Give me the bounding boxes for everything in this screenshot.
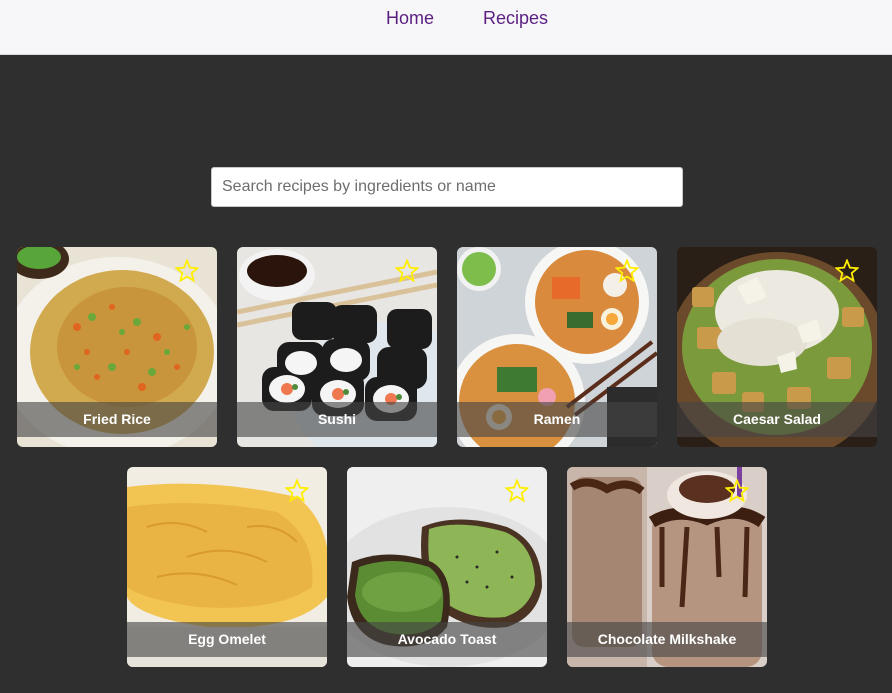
recipe-title: Avocado Toast bbox=[397, 631, 497, 647]
favorite-star-icon[interactable] bbox=[505, 479, 529, 503]
recipe-title: Sushi bbox=[317, 411, 357, 427]
favorite-star-icon[interactable] bbox=[395, 259, 419, 283]
recipe-card-avocado-toast[interactable]: Avocado Toast bbox=[347, 467, 547, 667]
recipe-title: Fried Rice bbox=[83, 411, 151, 427]
recipe-card-chocolate-milkshake[interactable]: Chocolate Milkshake bbox=[567, 467, 767, 667]
recipe-card-sushi[interactable]: Sushi bbox=[237, 247, 437, 447]
recipe-card-fried-rice[interactable]: Fried Rice bbox=[17, 247, 217, 447]
favorite-star-icon[interactable] bbox=[615, 259, 639, 283]
favorite-star-icon[interactable] bbox=[175, 259, 199, 283]
recipe-card-ramen[interactable]: Ramen bbox=[457, 247, 657, 447]
favorite-star-icon[interactable] bbox=[285, 479, 309, 503]
recipe-title: Egg Omelet bbox=[188, 631, 266, 647]
recipe-title: Chocolate Milkshake bbox=[597, 631, 737, 647]
favorite-star-icon[interactable] bbox=[835, 259, 859, 283]
nav-link-recipes[interactable]: Recipes bbox=[483, 8, 548, 28]
recipe-card-egg-omelet[interactable]: Egg Omelet bbox=[127, 467, 327, 667]
favorite-star-icon[interactable] bbox=[725, 479, 749, 503]
recipe-title: Caesar Salad bbox=[733, 411, 821, 427]
recipe-title: Ramen bbox=[533, 411, 581, 427]
recipe-search-input[interactable] bbox=[211, 167, 683, 207]
nav-link-home[interactable]: Home bbox=[386, 8, 434, 28]
recipe-card-caesar-salad[interactable]: Caesar Salad bbox=[677, 247, 877, 447]
top-nav-bar: Home Recipes bbox=[0, 0, 892, 55]
